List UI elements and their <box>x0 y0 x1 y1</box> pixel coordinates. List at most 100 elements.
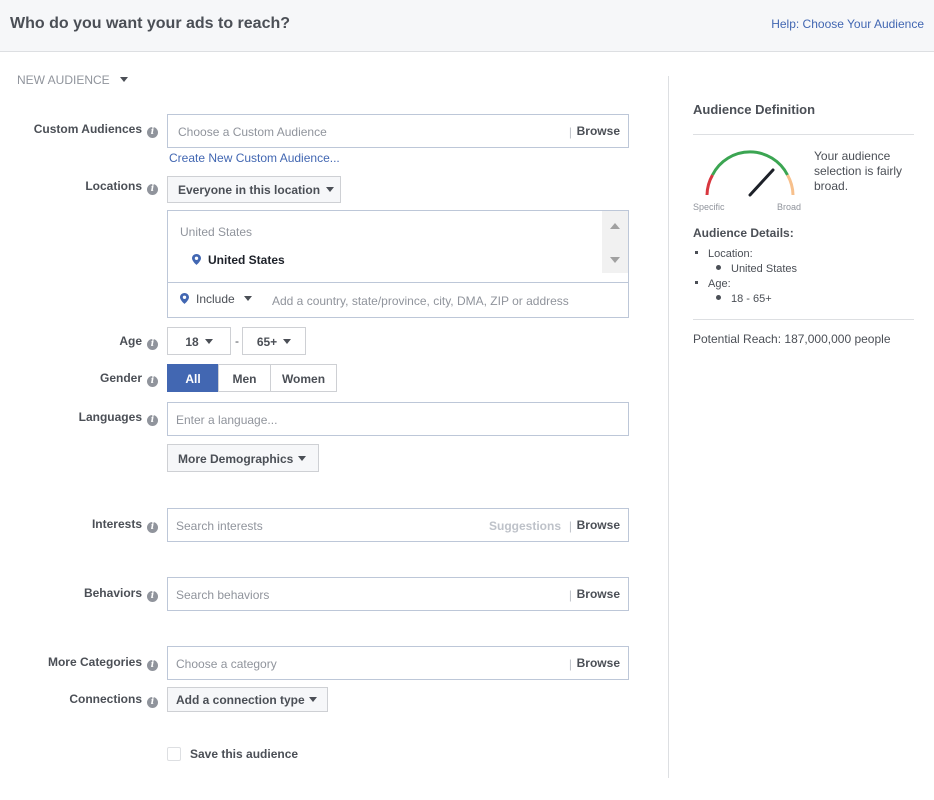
category-placeholder: Choose a category <box>176 657 277 671</box>
save-audience-checkbox[interactable] <box>167 747 181 761</box>
panel-divider-bottom <box>693 319 914 320</box>
location-type-dropdown[interactable]: Everyone in this location <box>167 176 341 203</box>
info-icon[interactable]: i <box>147 184 158 195</box>
caret-down-icon <box>326 187 335 192</box>
gender-all-button[interactable]: All <box>167 364 219 392</box>
info-icon[interactable]: i <box>147 127 158 138</box>
detail-age-label: Age: <box>695 278 731 290</box>
locations-label: Locations i <box>18 179 158 195</box>
separator: | <box>568 657 572 671</box>
separator: | <box>568 519 572 533</box>
more-demographics-label: More Demographics <box>178 452 294 466</box>
behaviors-label-text: Behaviors <box>83 586 142 600</box>
location-list: United States United States <box>168 211 628 283</box>
detail-location-label-text: Location: <box>708 248 753 260</box>
bullet-icon <box>716 295 721 300</box>
caret-down-icon <box>283 339 292 344</box>
location-item[interactable]: United States <box>192 253 285 267</box>
caret-down-icon <box>298 456 307 461</box>
detail-age-label-text: Age: <box>708 278 731 290</box>
more-demographics-button[interactable]: More Demographics <box>167 444 319 472</box>
detail-location-value-text: United States <box>731 263 798 275</box>
bullet-icon <box>695 251 698 254</box>
info-icon[interactable]: i <box>147 522 158 533</box>
gauge-broad-segment <box>786 174 795 196</box>
audience-definition-title: Audience Definition <box>693 102 816 117</box>
info-icon[interactable]: i <box>147 660 158 671</box>
location-scrollbar[interactable] <box>602 211 628 273</box>
gender-women-button[interactable]: Women <box>270 364 337 392</box>
info-icon[interactable]: i <box>147 697 158 708</box>
detail-age-value-text: 18 - 65+ <box>731 293 772 305</box>
caret-down-icon <box>204 339 213 344</box>
gender-men-button[interactable]: Men <box>218 364 271 392</box>
audience-breadth-description: Your audience selection is fairly broad. <box>814 149 903 193</box>
languages-input[interactable]: Enter a language... <box>167 402 629 436</box>
custom-audience-browse-button[interactable]: Browse <box>577 124 620 138</box>
interests-browse-button[interactable]: Browse <box>577 518 620 532</box>
connection-type-dropdown[interactable]: Add a connection type <box>167 687 328 712</box>
caret-down-icon <box>308 697 317 702</box>
age-max-value: 65+ <box>256 335 278 349</box>
separator: | <box>568 125 572 139</box>
age-max-dropdown[interactable]: 65+ <box>242 327 306 355</box>
gender-label-text: Gender <box>99 371 142 385</box>
connections-label-text: Connections <box>69 692 142 706</box>
age-label: Age i <box>18 334 158 350</box>
caret-down-icon <box>119 77 128 82</box>
bullet-icon <box>716 265 721 270</box>
age-label-text: Age <box>119 334 142 348</box>
scroll-up-icon[interactable] <box>610 223 620 229</box>
more-categories-label-text: More Categories <box>47 655 142 669</box>
create-custom-audience-link[interactable]: Create New Custom Audience... <box>169 151 340 165</box>
info-icon[interactable]: i <box>147 376 158 387</box>
location-box: United States United States Include Add … <box>167 210 629 318</box>
gauge-needle <box>748 168 775 197</box>
page-header: Who do you want your ads to reach? Help:… <box>0 0 934 52</box>
behaviors-browse-button[interactable]: Browse <box>577 587 620 601</box>
category-input[interactable]: Choose a category | Browse <box>167 646 629 680</box>
info-icon[interactable]: i <box>147 339 158 350</box>
location-pin-icon <box>192 254 201 265</box>
caret-down-icon <box>243 296 252 301</box>
save-audience-row[interactable]: Save this audience <box>167 747 298 761</box>
age-min-dropdown[interactable]: 18 <box>167 327 231 355</box>
scroll-down-icon[interactable] <box>610 257 620 263</box>
interests-input[interactable]: Search interests Suggestions | Browse <box>167 508 629 542</box>
gender-label: Gender i <box>18 371 158 387</box>
connection-type-label: Add a connection type <box>176 693 305 707</box>
custom-audiences-label-text: Custom Audiences <box>33 122 142 136</box>
audience-selector[interactable]: NEW AUDIENCE <box>17 73 128 87</box>
behaviors-label: Behaviors i <box>18 586 158 602</box>
help-link[interactable]: Help: Choose Your Audience <box>771 17 924 31</box>
separator: | <box>568 588 572 602</box>
behaviors-input[interactable]: Search behaviors | Browse <box>167 577 629 611</box>
languages-placeholder: Enter a language... <box>176 413 278 427</box>
custom-audience-input[interactable]: Choose a Custom Audience | Browse <box>167 114 629 148</box>
save-audience-label: Save this audience <box>190 747 299 761</box>
info-icon[interactable]: i <box>147 591 158 602</box>
languages-label: Languages i <box>18 410 158 426</box>
panel-divider <box>668 76 669 778</box>
page-title: Who do you want your ads to reach? <box>10 15 291 32</box>
include-label: Include <box>196 292 235 306</box>
locations-label-text: Locations <box>85 179 142 193</box>
detail-location-label: Location: <box>695 248 753 260</box>
info-icon[interactable]: i <box>147 415 158 426</box>
behaviors-placeholder: Search behaviors <box>176 588 270 602</box>
gauge-broad-label: Broad <box>777 202 802 212</box>
gauge-specific-label: Specific <box>693 202 725 212</box>
potential-reach: Potential Reach: 187,000,000 people <box>693 332 891 346</box>
include-dropdown[interactable]: Include <box>180 292 252 306</box>
custom-audiences-label: Custom Audiences i <box>18 122 158 138</box>
audience-gauge <box>705 150 795 197</box>
detail-age-value: 18 - 65+ <box>716 293 772 305</box>
location-input[interactable]: Add a country, state/province, city, DMA… <box>272 294 569 308</box>
age-min-value: 18 <box>185 335 199 349</box>
suggestions-link[interactable]: Suggestions <box>489 519 561 533</box>
interests-placeholder: Search interests <box>176 519 263 533</box>
interests-label: Interests i <box>18 517 158 533</box>
category-browse-button[interactable]: Browse <box>577 656 620 670</box>
panel-divider-top <box>693 134 914 135</box>
more-categories-label: More Categories i <box>18 655 158 671</box>
